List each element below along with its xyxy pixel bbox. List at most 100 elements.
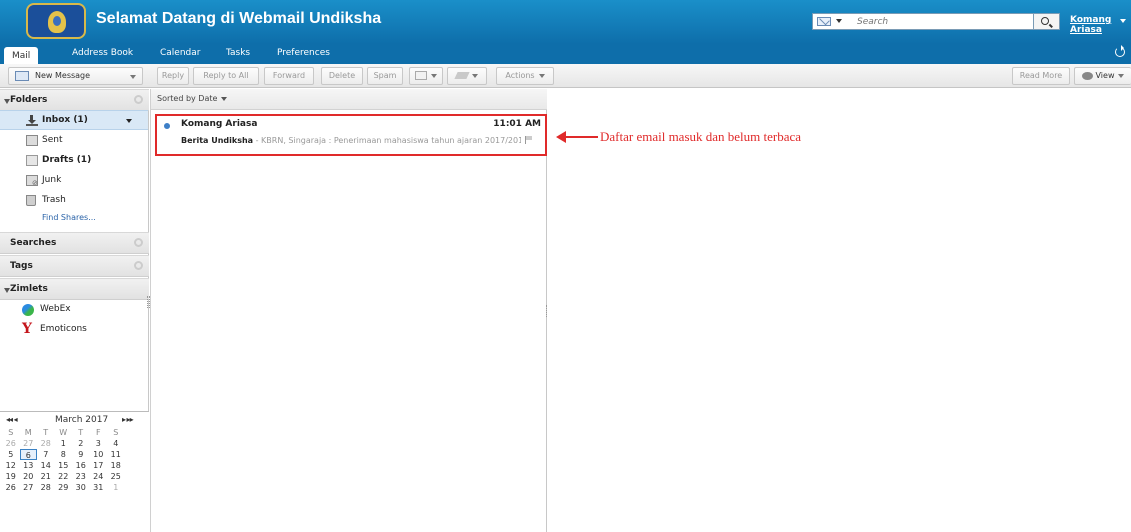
calendar-day[interactable]: 27 [20,482,38,493]
calendar-day[interactable]: 1 [55,438,73,449]
calendar-day[interactable]: 17 [90,460,108,471]
chevron-down-icon[interactable] [126,119,132,123]
find-shares-link[interactable]: Find Shares... [42,213,96,222]
zimlet-webex[interactable]: WebEx [0,300,148,320]
calendar-day[interactable]: 11 [107,449,125,460]
calendar-day[interactable]: 28 [37,482,55,493]
calendar-day[interactable]: 26 [2,438,20,449]
tab-address-book[interactable]: Address Book [72,48,133,58]
calendar-dow-row: S M T W T F S [2,427,125,438]
zimlets-header[interactable]: Zimlets [0,278,149,300]
calendar-day[interactable]: 27 [20,438,38,449]
calendar-day[interactable]: 3 [90,438,108,449]
calendar-day[interactable]: 24 [90,471,108,482]
calendar-dow: T [43,428,49,437]
search-type-dropdown[interactable] [817,16,851,27]
calendar-day[interactable]: 29 [55,482,73,493]
sidebar-item-drafts[interactable]: Drafts (1) [0,151,148,171]
calendar-week: 26 27 28 29 30 31 1 [2,482,125,493]
flag-icon[interactable] [525,136,533,144]
gear-icon[interactable] [134,95,143,104]
calendar-day[interactable]: 9 [72,449,90,460]
calendar-day-today[interactable]: 6 [19,449,37,460]
calendar-day[interactable]: 5 [2,449,20,460]
collapse-icon[interactable] [4,99,10,104]
sidebar-item-sent[interactable]: Sent [0,131,148,151]
calendar-day[interactable]: 15 [55,460,73,471]
calendar-day[interactable]: 20 [20,471,38,482]
refresh-icon[interactable] [1115,45,1125,57]
user-menu[interactable]: Komang Ariasa [1070,15,1131,35]
search-button[interactable] [1034,13,1060,30]
delete-button[interactable]: Delete [321,67,363,85]
calendar-day[interactable]: 31 [90,482,108,493]
calendar-dow: S [8,428,14,437]
calendar-next-nav[interactable]: ▸ ▸▸ [122,415,134,424]
collapse-icon[interactable] [4,288,10,293]
calendar-day[interactable]: 19 [2,471,20,482]
sort-bar[interactable]: Sorted by Date [151,89,547,110]
searches-header[interactable]: Searches [0,232,149,254]
calendar-day[interactable]: 26 [2,482,20,493]
sidebar-item-label: Inbox (1) [42,115,88,125]
gear-icon[interactable] [134,238,143,247]
calendar-day[interactable]: 22 [55,471,73,482]
calendar-day[interactable]: 8 [55,449,73,460]
calendar-day[interactable]: 25 [107,471,125,482]
sidebar-item-label: Junk [42,175,62,185]
gear-icon[interactable] [134,261,143,270]
calendar-prev-nav[interactable]: ◂◂ ◂ [6,415,18,424]
undiksha-logo [26,3,86,39]
calendar-day[interactable]: 12 [2,460,20,471]
chevron-down-icon [472,73,478,78]
zimlet-emoticons[interactable]: Y Emoticons [0,320,148,340]
calendar-day[interactable]: 10 [90,449,108,460]
forward-button[interactable]: Forward [264,67,314,85]
sidebar-item-junk[interactable]: Junk [0,171,148,191]
calendar-day[interactable]: 7 [37,449,55,460]
tab-tasks[interactable]: Tasks [226,48,250,58]
calendar-day[interactable]: 13 [20,460,38,471]
search-input[interactable] [857,15,1007,28]
calendar-day[interactable]: 18 [107,460,125,471]
calendar-day[interactable]: 16 [72,460,90,471]
message-sender: Komang Ariasa [181,119,258,129]
sidebar-item-trash[interactable]: Trash [0,191,148,211]
read-more-button[interactable]: Read More [1012,67,1070,85]
tab-mail[interactable]: Mail [4,47,39,64]
search-box[interactable] [812,13,1034,30]
actions-button[interactable]: Actions [496,67,554,85]
inbox-icon [26,115,38,126]
calendar-day[interactable]: 23 [72,471,90,482]
chevron-down-icon[interactable] [130,75,136,79]
new-message-button[interactable]: New Message [8,67,143,85]
print-icon [415,71,427,80]
calendar-day[interactable]: 28 [37,438,55,449]
folders-header[interactable]: Folders [0,89,149,111]
chevron-down-icon[interactable] [1120,19,1126,23]
spam-button[interactable]: Spam [367,67,403,85]
tags-header[interactable]: Tags [0,255,149,277]
reply-button[interactable]: Reply [157,67,189,85]
tag-menu-button[interactable] [447,67,487,85]
calendar-day[interactable]: 1 [107,482,125,493]
tab-preferences[interactable]: Preferences [277,48,330,58]
tags-header-label: Tags [10,261,33,271]
message-row[interactable]: Komang Ariasa 11:01 AM Berita Undiksha -… [155,114,547,156]
drafts-icon [26,155,38,166]
view-button[interactable]: View [1074,67,1131,85]
calendar-day[interactable]: 21 [37,471,55,482]
tab-calendar[interactable]: Calendar [160,48,200,58]
calendar-day[interactable]: 4 [107,438,125,449]
app-header: Selamat Datang di Webmail Undiksha Koman… [0,0,1131,44]
sidebar-item-inbox[interactable]: Inbox (1) [0,110,148,130]
app-tabs: Mail Address Book Calendar Tasks Prefere… [0,44,1131,64]
calendar-day[interactable]: 2 [72,438,90,449]
calendar-day[interactable]: 30 [72,482,90,493]
reply-all-button[interactable]: Reply to All [193,67,259,85]
calendar-day[interactable]: 14 [37,460,55,471]
sort-direction-icon[interactable] [221,97,228,101]
yahoo-emoticons-icon: Y [22,321,32,337]
print-menu-button[interactable] [409,67,443,85]
trash-icon [26,195,36,206]
